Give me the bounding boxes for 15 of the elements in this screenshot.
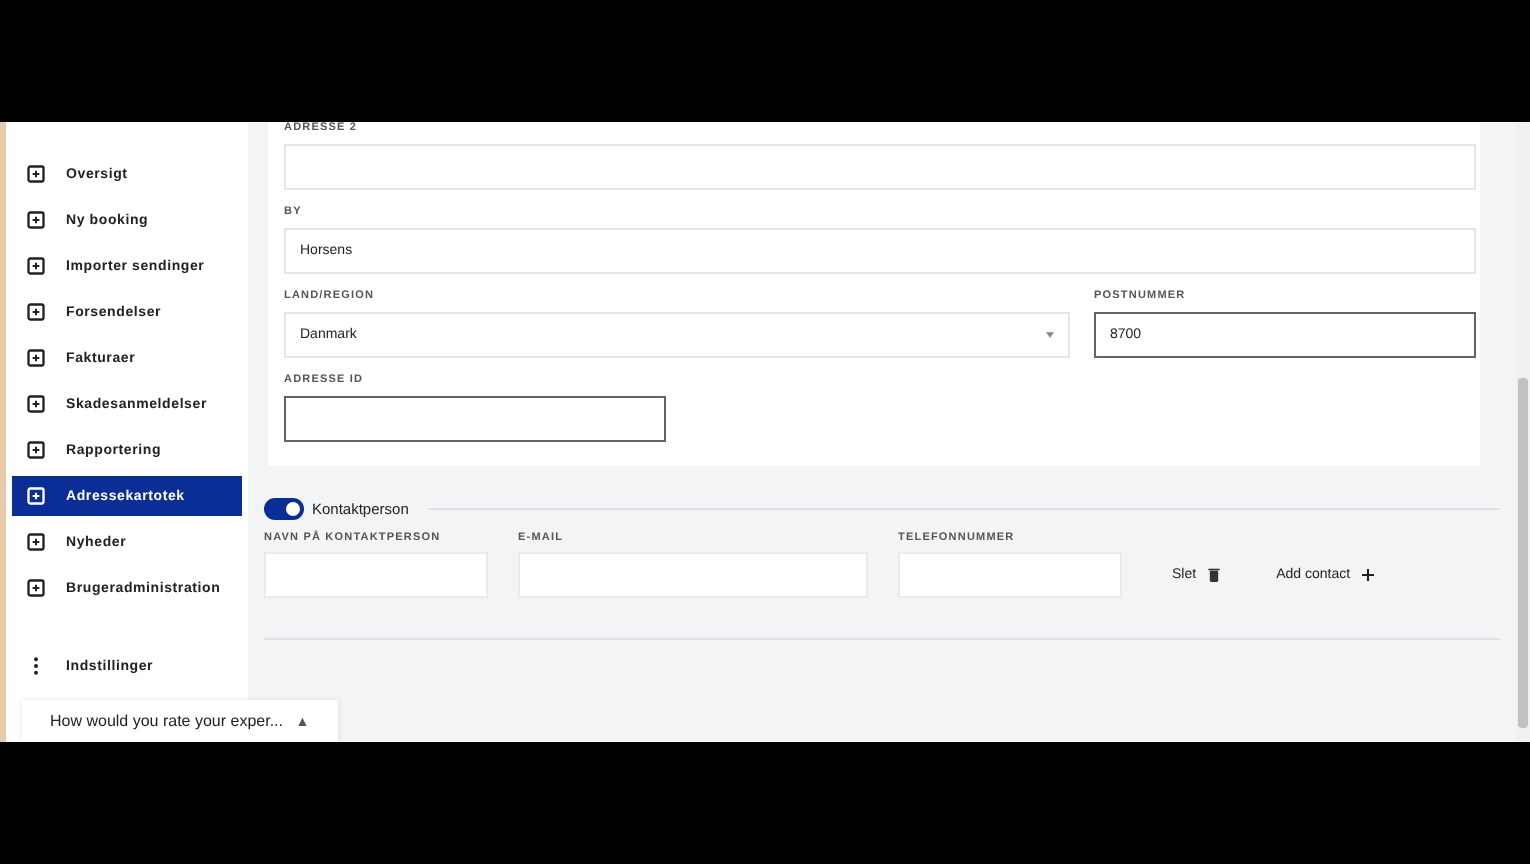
nav-icon	[26, 256, 46, 276]
toggle-switch[interactable]	[264, 498, 304, 520]
plus-icon	[1362, 568, 1375, 582]
nav-icon	[26, 394, 46, 414]
nav-icon	[26, 210, 46, 230]
input-field[interactable]	[284, 396, 666, 442]
nav-icon	[26, 578, 46, 598]
nav-icon	[26, 164, 46, 184]
caret-icon	[1046, 332, 1054, 338]
nav-icon	[26, 532, 46, 552]
trash-icon	[1208, 568, 1221, 582]
nav-icon	[26, 348, 46, 368]
nav-icon	[26, 440, 46, 460]
nav-icon	[26, 302, 46, 322]
nav-icon	[26, 486, 46, 506]
